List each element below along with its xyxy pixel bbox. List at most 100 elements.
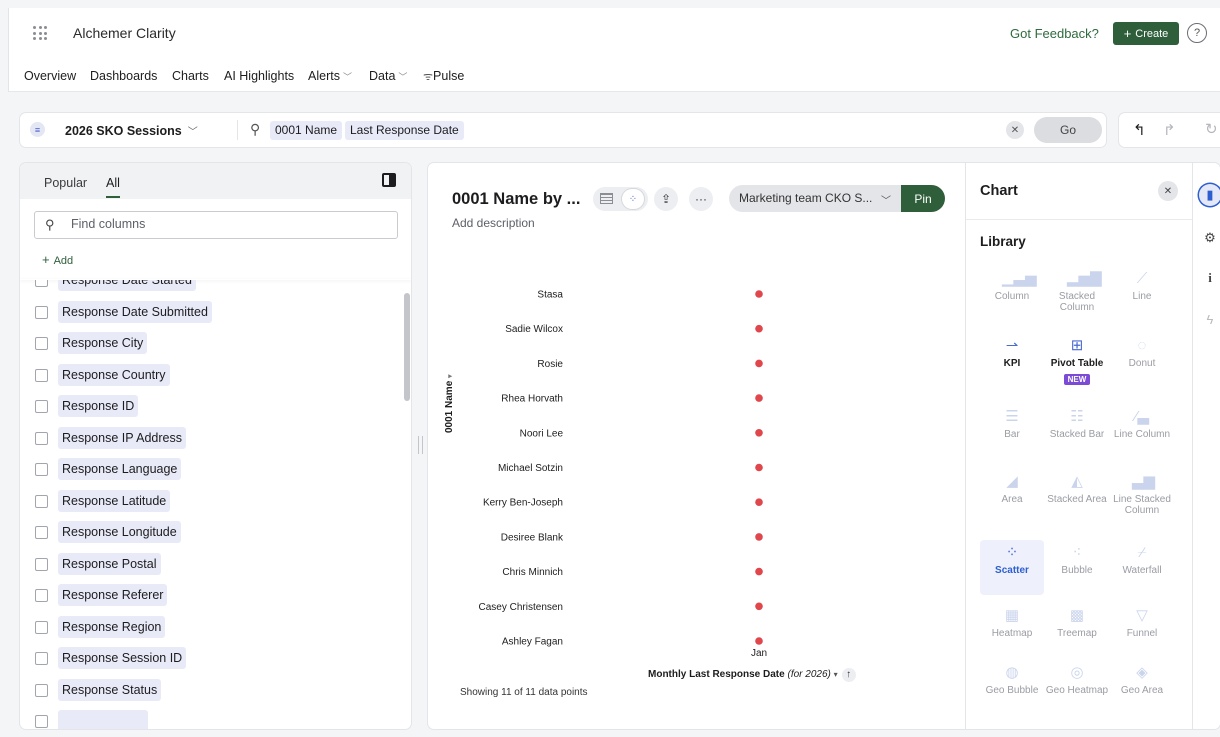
column-row[interactable]: Response Date Submitted bbox=[20, 300, 400, 328]
chart-type-pivot-table[interactable]: ⊞ Pivot Table NEW bbox=[1045, 333, 1109, 388]
column-checkbox[interactable] bbox=[35, 368, 48, 382]
column-checkbox[interactable] bbox=[35, 652, 48, 665]
column-checkbox[interactable] bbox=[35, 400, 48, 413]
column-row[interactable]: Response Longitude bbox=[20, 520, 400, 548]
chart-type-bar[interactable]: ☰ Bar bbox=[980, 404, 1044, 459]
info-icon[interactable]: i bbox=[1199, 267, 1220, 289]
gear-icon[interactable]: ⚙ bbox=[1199, 227, 1220, 249]
chart-type-donut[interactable]: ◌ Donut bbox=[1110, 333, 1174, 388]
chart-type-waterfall[interactable]: ⌿ Waterfall bbox=[1110, 540, 1174, 595]
column-row[interactable]: Response Latitude bbox=[20, 489, 400, 517]
sort-arrow-icon[interactable]: ↑ bbox=[841, 668, 856, 682]
column-name[interactable]: Response IP Address bbox=[58, 426, 186, 449]
column-checkbox[interactable] bbox=[35, 305, 48, 319]
chart-type-stacked-area[interactable]: ◭ Stacked Area bbox=[1045, 469, 1109, 524]
go-button[interactable]: Go bbox=[1034, 117, 1102, 143]
find-columns-input[interactable] bbox=[71, 217, 381, 231]
column-name[interactable]: Response Status bbox=[58, 678, 162, 701]
close-icon[interactable]: ✕ bbox=[1158, 181, 1178, 201]
data-point[interactable] bbox=[755, 290, 763, 298]
data-point[interactable] bbox=[755, 324, 763, 333]
column-name[interactable]: Response Referer bbox=[58, 584, 168, 606]
column-checkbox[interactable] bbox=[35, 280, 48, 287]
data-point[interactable] bbox=[755, 533, 763, 541]
data-point[interactable] bbox=[755, 567, 763, 576]
chart-type-area[interactable]: ◢ Area bbox=[980, 469, 1044, 524]
column-name[interactable]: Response Latitude bbox=[58, 489, 171, 512]
nav-data[interactable]: Data ﹀ bbox=[369, 69, 407, 83]
data-point[interactable] bbox=[755, 498, 763, 507]
chart-type-geo-area[interactable]: ◈ Geo Area bbox=[1110, 660, 1174, 715]
column-name[interactable]: Response Longitude bbox=[58, 521, 181, 543]
chart-type-line-stacked-column[interactable]: ▃▆ Line Stacked Column bbox=[1110, 469, 1174, 524]
panel-toggle-icon[interactable] bbox=[382, 173, 396, 187]
app-name[interactable]: Alchemer Clarity bbox=[73, 25, 176, 41]
column-row[interactable]: Response ID bbox=[20, 394, 400, 422]
column-row[interactable]: Response City bbox=[20, 331, 400, 359]
worksheet-icon[interactable]: ≡ bbox=[30, 122, 45, 137]
column-name[interactable]: Response Country bbox=[58, 363, 170, 386]
clear-search-icon[interactable]: ✕ bbox=[1006, 121, 1024, 139]
chart-type-line[interactable]: ⟋ Line bbox=[1110, 266, 1174, 321]
chart-type-stacked-bar[interactable]: ☷ Stacked Bar bbox=[1045, 404, 1109, 459]
column-name[interactable] bbox=[58, 710, 148, 729]
add-column-button[interactable]: + Add bbox=[42, 252, 73, 267]
column-row[interactable]: Response Session ID bbox=[20, 646, 400, 674]
data-point[interactable] bbox=[755, 394, 763, 402]
nav-overview[interactable]: Overview bbox=[24, 69, 76, 83]
chart-type-scatter[interactable]: ⁘ Scatter bbox=[980, 540, 1044, 595]
column-checkbox[interactable] bbox=[35, 620, 48, 634]
column-row[interactable]: Response Status bbox=[20, 678, 400, 706]
column-name[interactable]: Response Date Started bbox=[58, 280, 196, 291]
panel-resize-handle[interactable] bbox=[418, 436, 423, 454]
column-row[interactable]: Response Country bbox=[20, 363, 400, 391]
chart-settings-icon[interactable]: ▮ bbox=[1199, 184, 1220, 206]
column-checkbox[interactable] bbox=[35, 715, 48, 728]
nav-alerts[interactable]: Alerts ﹀ bbox=[308, 69, 352, 83]
data-point[interactable] bbox=[755, 637, 763, 645]
column-checkbox[interactable] bbox=[35, 589, 48, 602]
chart-type-heatmap[interactable]: ▦ Heatmap bbox=[980, 603, 1044, 658]
column-name[interactable]: Response Date Submitted bbox=[58, 300, 212, 323]
data-point[interactable] bbox=[755, 429, 763, 437]
column-row[interactable] bbox=[20, 709, 400, 729]
nav-pulse[interactable]: ᯤPulse bbox=[423, 69, 464, 84]
column-checkbox[interactable] bbox=[35, 494, 48, 508]
column-row[interactable]: Response Referer bbox=[20, 583, 400, 611]
data-point[interactable] bbox=[755, 463, 763, 472]
column-name[interactable]: Response City bbox=[58, 332, 148, 354]
reset-icon[interactable]: ↻ bbox=[1205, 120, 1218, 138]
tab-all[interactable]: All bbox=[106, 176, 120, 198]
chart-type-treemap[interactable]: ▩ Treemap bbox=[1045, 603, 1109, 658]
x-axis-label[interactable]: Monthly Last Response Date (for 2026) ▾ ↑ bbox=[648, 668, 856, 682]
nav-ai-highlights[interactable]: AI Highlights bbox=[224, 69, 294, 83]
column-name[interactable]: Response Session ID bbox=[58, 647, 187, 669]
chart-type-kpi[interactable]: ⇀ KPI bbox=[980, 333, 1044, 388]
redo-icon[interactable]: ↱ bbox=[1163, 121, 1176, 139]
search-token[interactable]: Last Response Date bbox=[345, 121, 464, 140]
column-checkbox[interactable] bbox=[35, 463, 48, 476]
column-checkbox[interactable] bbox=[35, 431, 48, 445]
nav-charts[interactable]: Charts bbox=[172, 69, 209, 83]
column-row[interactable]: Response Date Started bbox=[20, 280, 400, 296]
tab-popular[interactable]: Popular bbox=[44, 176, 87, 190]
column-checkbox[interactable] bbox=[35, 557, 48, 571]
undo-icon[interactable]: ↰ bbox=[1133, 121, 1146, 139]
feedback-link[interactable]: Got Feedback? bbox=[1010, 26, 1099, 41]
column-row[interactable]: Response IP Address bbox=[20, 426, 400, 454]
column-row[interactable]: Response Region bbox=[20, 615, 400, 643]
chart-type-geo-bubble[interactable]: ◍ Geo Bubble bbox=[980, 660, 1044, 715]
column-checkbox[interactable] bbox=[35, 526, 48, 539]
chart-type-line-column[interactable]: ⁄▃ Line Column bbox=[1110, 404, 1174, 459]
data-point[interactable] bbox=[755, 359, 763, 368]
data-point[interactable] bbox=[755, 602, 763, 611]
column-name[interactable]: Response Language bbox=[58, 458, 182, 480]
worksheet-selector[interactable]: 2026 SKO Sessions ﹀ bbox=[65, 123, 198, 138]
chart-type-stacked-column[interactable]: ▂▅▇ Stacked Column bbox=[1045, 266, 1109, 321]
column-checkbox[interactable] bbox=[35, 337, 48, 350]
chart-type-funnel[interactable]: ▽ Funnel bbox=[1110, 603, 1174, 658]
chart-type-geo-heatmap[interactable]: ◎ Geo Heatmap bbox=[1045, 660, 1109, 715]
y-axis-label[interactable]: 0001 Name ▾ bbox=[444, 374, 455, 433]
column-row[interactable]: Response Language bbox=[20, 457, 400, 485]
app-launcher-icon[interactable] bbox=[33, 26, 47, 40]
